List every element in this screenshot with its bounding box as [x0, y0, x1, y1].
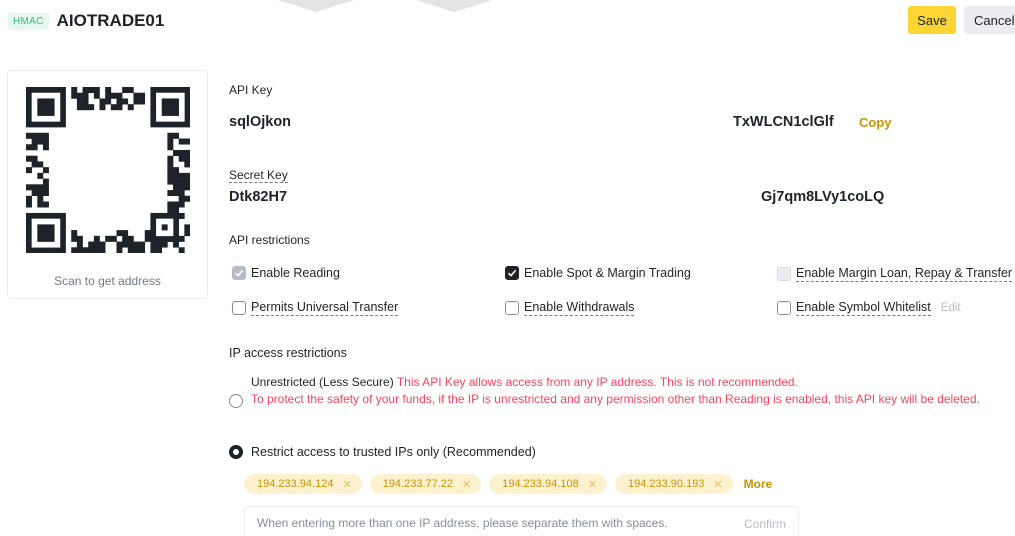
perm-enable-spot-margin[interactable]: Enable Spot & Margin Trading — [505, 266, 691, 280]
radio-unrestricted[interactable] — [229, 394, 243, 408]
perm-label: Enable Withdrawals — [524, 300, 635, 316]
qr-caption: Scan to get address — [54, 274, 161, 288]
checkbox-checked-icon[interactable] — [232, 266, 246, 280]
ip-chip: 194.233.94.108 ✕ — [489, 474, 607, 494]
ip-chip: 194.233.94.124 ✕ — [244, 474, 362, 494]
api-key-label: API Key — [229, 83, 273, 97]
perm-label: Permits Universal Transfer — [251, 300, 399, 316]
close-icon[interactable]: ✕ — [462, 478, 471, 491]
close-icon[interactable]: ✕ — [588, 478, 597, 491]
ip-chip-text: 194.233.77.22 — [382, 478, 454, 490]
ip-chip-text: 194.233.94.108 — [502, 478, 579, 490]
confirm-button[interactable]: Confirm — [744, 517, 786, 531]
cancel-button[interactable]: Cancel — [964, 6, 1015, 34]
ip-chip-text: 194.233.90.193 — [627, 478, 705, 490]
hmac-badge: HMAC — [8, 12, 49, 30]
ip-chip: 194.233.90.193 ✕ — [614, 474, 733, 494]
ip-address-input[interactable] — [257, 516, 717, 530]
perm-label: Enable Spot & Margin Trading — [524, 266, 691, 280]
top-decoration — [270, 0, 500, 14]
checkbox-checked-icon[interactable] — [505, 266, 519, 280]
radio-restricted[interactable] — [229, 445, 243, 459]
ip-input-box: Confirm — [244, 506, 799, 536]
page-title: AIOTRADE01 — [56, 11, 165, 30]
perm-label: Enable Symbol Whitelist — [796, 300, 931, 316]
ip-chip-text: 194.233.94.124 — [257, 478, 334, 490]
more-ips-link[interactable]: More — [744, 477, 773, 491]
restricted-label: Restrict access to trusted IPs only (Rec… — [251, 445, 536, 459]
checkbox-disabled-icon[interactable] — [777, 267, 791, 281]
secret-key-label: Secret Key — [229, 168, 288, 183]
checkbox-unchecked-icon[interactable] — [777, 301, 791, 315]
save-button[interactable]: Save — [908, 6, 956, 34]
perm-enable-margin-loan[interactable]: Enable Margin Loan, Repay & Transfer — [777, 266, 1013, 282]
secret-key-value-end: Gj7qm8LVy1coLQ — [761, 189, 885, 205]
close-icon[interactable]: ✕ — [713, 478, 722, 491]
unrestricted-warning-2: To protect the safety of your funds, if … — [251, 392, 980, 406]
qr-card: Scan to get address — [7, 70, 208, 299]
qr-code-icon — [26, 87, 191, 254]
perm-enable-reading[interactable]: Enable Reading — [232, 266, 340, 280]
perm-symbol-whitelist[interactable]: Enable Symbol Whitelist Edit — [777, 300, 961, 316]
api-restrictions-title: API restrictions — [229, 233, 310, 247]
checkbox-unchecked-icon[interactable] — [232, 301, 246, 315]
ip-chip-list: 194.233.94.124 ✕ 194.233.77.22 ✕ 194.233… — [244, 474, 772, 494]
unrestricted-label: Unrestricted (Less Secure) — [251, 375, 394, 389]
unrestricted-warning-1: This API Key allows access from any IP a… — [396, 375, 798, 389]
api-key-value-start: sqlOjkon — [229, 114, 292, 130]
header: HMAC AIOTRADE01 — [8, 8, 164, 34]
secret-key-value-start: Dtk82H7 — [229, 189, 288, 205]
checkbox-unchecked-icon[interactable] — [505, 301, 519, 315]
ip-chip: 194.233.77.22 ✕ — [369, 474, 482, 494]
copy-button[interactable]: Copy — [859, 115, 892, 130]
unrestricted-option: Unrestricted (Less Secure) This API Key … — [251, 375, 798, 389]
perm-label: Enable Reading — [251, 266, 340, 280]
perm-enable-withdrawals[interactable]: Enable Withdrawals — [505, 300, 635, 316]
api-key-value-end: TxWLCN1clGlf — [733, 114, 834, 130]
perm-label: Enable Margin Loan, Repay & Transfer — [796, 266, 1013, 282]
whitelist-edit-link[interactable]: Edit — [941, 302, 961, 314]
perm-universal-transfer[interactable]: Permits Universal Transfer — [232, 300, 399, 316]
ip-access-title: IP access restrictions — [229, 346, 347, 360]
close-icon[interactable]: ✕ — [342, 478, 351, 491]
